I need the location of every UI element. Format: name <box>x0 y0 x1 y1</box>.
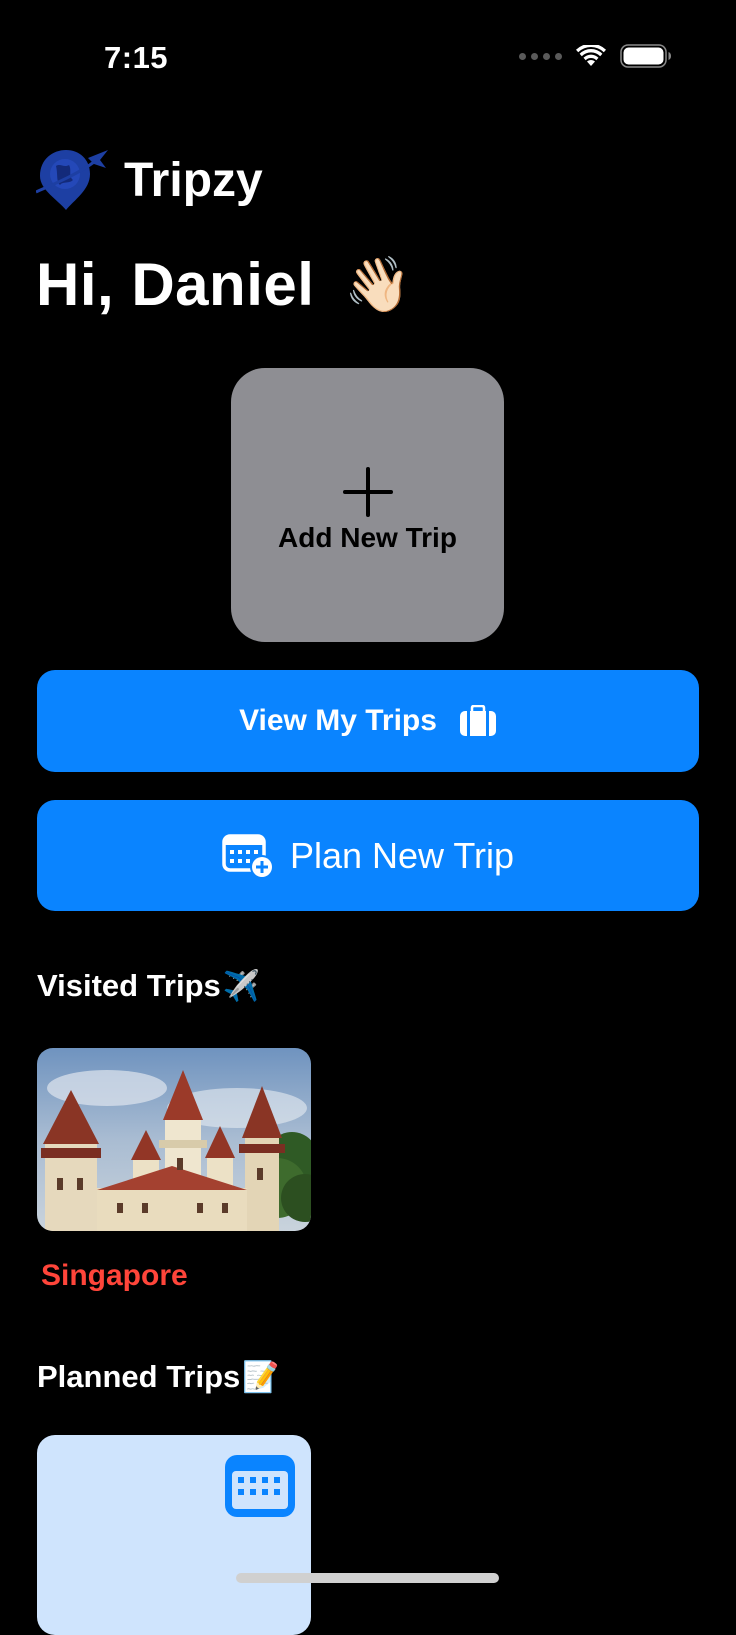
battery-icon <box>620 44 671 68</box>
app-name: Tripzy <box>124 153 263 207</box>
status-time: 7:15 <box>104 40 169 75</box>
view-my-trips-label: View My Trips <box>239 704 437 737</box>
plus-icon <box>342 467 393 517</box>
view-my-trips-button[interactable]: View My Trips <box>37 670 699 772</box>
plan-new-trip-button[interactable]: Plan New Trip <box>37 800 699 911</box>
cellular-signal-icon <box>519 52 562 60</box>
greeting-text: Hi, Daniel <box>36 251 315 318</box>
home-indicator[interactable] <box>236 1573 499 1583</box>
calendar-icon <box>225 1455 295 1517</box>
add-new-trip-card[interactable]: Add New Trip <box>231 368 504 642</box>
memo-emoji: 📝 <box>242 1360 280 1394</box>
trip-name-label: Singapore <box>41 1259 188 1292</box>
greeting: Hi, Daniel 👋🏻 <box>36 250 412 319</box>
calendar-add-icon <box>222 832 276 880</box>
app-header: Tripzy <box>36 144 263 216</box>
visited-trips-heading: Visited Trips ✈️ <box>37 968 260 1004</box>
planned-trips-heading: Planned Trips 📝 <box>37 1359 280 1395</box>
airplane-emoji: ✈️ <box>222 969 261 1003</box>
status-bar: 7:15 <box>0 0 736 120</box>
wifi-icon <box>576 45 606 66</box>
waving-hand-emoji: 👋🏻 <box>344 254 412 315</box>
visited-trips-title: Visited Trips <box>37 968 221 1003</box>
planned-trip-card[interactable] <box>37 1435 311 1635</box>
trip-card-singapore[interactable] <box>37 1048 311 1231</box>
plan-new-trip-label: Plan New Trip <box>289 834 515 876</box>
add-new-trip-label: Add New Trip <box>278 522 457 553</box>
castle-photo <box>37 1048 311 1231</box>
status-icons <box>519 44 672 68</box>
planned-trips-title: Planned Trips <box>37 1359 241 1394</box>
suitcase-icon <box>459 705 497 737</box>
globe-pin-plane-icon <box>36 150 108 210</box>
